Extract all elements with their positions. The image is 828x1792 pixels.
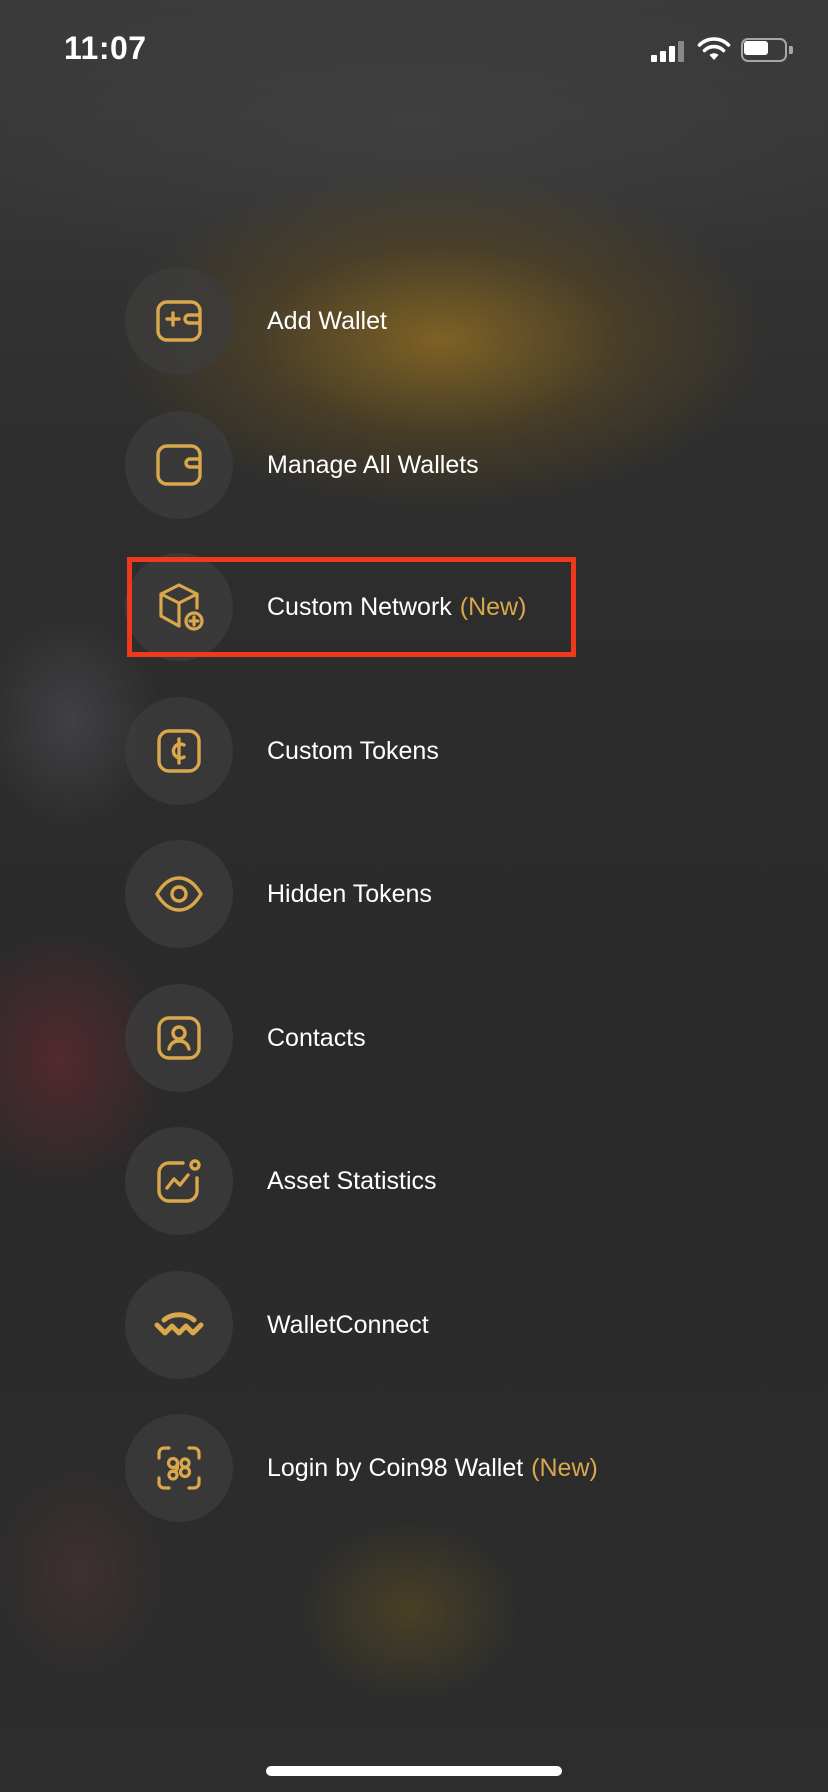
cellular-signal-icon	[651, 38, 687, 62]
menu-item-label: Contacts	[267, 1023, 366, 1052]
menu-item-label: WalletConnect	[267, 1310, 429, 1339]
screen: 11:07 Add Wallet Manage All Wallets Cust…	[0, 0, 828, 1792]
menu-item-label: Custom Tokens	[267, 736, 439, 765]
contact-icon	[125, 984, 233, 1092]
new-badge: (New)	[531, 1453, 598, 1482]
coin-icon	[125, 697, 233, 805]
menu-item-label: Hidden Tokens	[267, 879, 432, 908]
menu-item-hidden-tokens[interactable]: Hidden Tokens	[125, 840, 725, 948]
status-bar: 11:07	[0, 0, 828, 100]
menu-item-manage-wallets[interactable]: Manage All Wallets	[125, 411, 725, 519]
wallet-icon	[125, 411, 233, 519]
menu-item-label: Login by Coin98 Wallet (New)	[267, 1454, 598, 1483]
menu-item-walletconnect[interactable]: WalletConnect	[125, 1271, 725, 1379]
menu-item-text: Login by Coin98 Wallet	[267, 1453, 524, 1482]
status-time: 11:07	[64, 30, 147, 66]
menu-item-label: Add Wallet	[267, 306, 387, 335]
wifi-icon	[697, 37, 731, 60]
menu-item-label: Manage All Wallets	[267, 450, 479, 479]
menu-item-contacts[interactable]: Contacts	[125, 984, 725, 1092]
menu-item-login-coin98[interactable]: Login by Coin98 Wallet (New)	[125, 1414, 725, 1522]
home-indicator[interactable]	[266, 1766, 562, 1776]
menu-item-add-wallet[interactable]: Add Wallet	[125, 267, 725, 375]
menu-item-custom-tokens[interactable]: Custom Tokens	[125, 697, 725, 805]
battery-icon	[741, 38, 793, 62]
highlight-box	[127, 557, 576, 657]
eye-icon	[125, 840, 233, 948]
walletconnect-icon	[125, 1271, 233, 1379]
add-wallet-icon	[125, 267, 233, 375]
menu-item-label: Asset Statistics	[267, 1166, 437, 1195]
chart-icon	[125, 1127, 233, 1235]
menu-item-asset-statistics[interactable]: Asset Statistics	[125, 1127, 725, 1235]
scan-login-icon	[125, 1414, 233, 1522]
